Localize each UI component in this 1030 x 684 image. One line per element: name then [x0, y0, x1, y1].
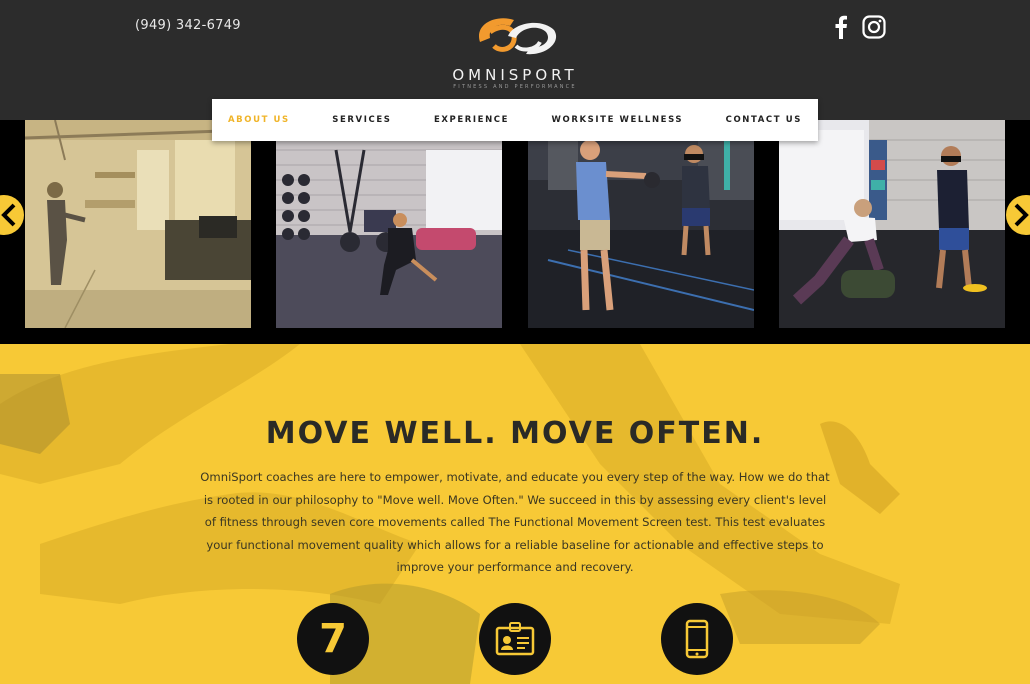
- facebook-icon[interactable]: [832, 14, 850, 40]
- gallery-photo-1[interactable]: [25, 120, 251, 328]
- hero-body-text: OmniSport coaches are here to empower, m…: [200, 470, 830, 574]
- logo-wordmark: OMNISPORT: [452, 66, 578, 84]
- hero-headline: MOVE WELL. MOVE OFTEN.: [265, 416, 765, 451]
- chevron-right-icon: [1006, 195, 1030, 235]
- nav-contact-us[interactable]: CONTACT US: [726, 115, 802, 125]
- hero-section: MOVE WELL. MOVE OFTEN. OmniSport coaches…: [0, 344, 1030, 684]
- nav-worksite-wellness[interactable]: WORKSITE WELLNESS: [552, 115, 684, 125]
- smartphone-icon: [661, 603, 733, 675]
- phone-number[interactable]: (949) 342-6749: [135, 18, 241, 33]
- instagram-icon[interactable]: [862, 14, 886, 40]
- omnisport-logo-icon[interactable]: [470, 12, 562, 60]
- nav-experience[interactable]: EXPERIENCE: [434, 115, 509, 125]
- gallery-photo-2[interactable]: [276, 120, 502, 328]
- seven-label: 7: [319, 616, 347, 662]
- logo-tagline: FITNESS AND PERFORMANCE: [453, 84, 577, 90]
- nav-about-us[interactable]: ABOUT US: [228, 115, 290, 125]
- main-nav: ABOUT US SERVICES EXPERIENCE WORKSITE WE…: [212, 99, 818, 141]
- photo-carousel: [0, 120, 1030, 344]
- nav-services[interactable]: SERVICES: [332, 115, 391, 125]
- carousel-prev-button[interactable]: [0, 195, 28, 235]
- number-seven-icon: 7: [297, 603, 369, 675]
- id-badge-icon: [479, 603, 551, 675]
- gallery-photo-4[interactable]: [779, 120, 1005, 328]
- chevron-left-icon: [0, 195, 24, 235]
- carousel-next-button[interactable]: [1002, 195, 1030, 235]
- gallery-photo-3[interactable]: [528, 120, 754, 328]
